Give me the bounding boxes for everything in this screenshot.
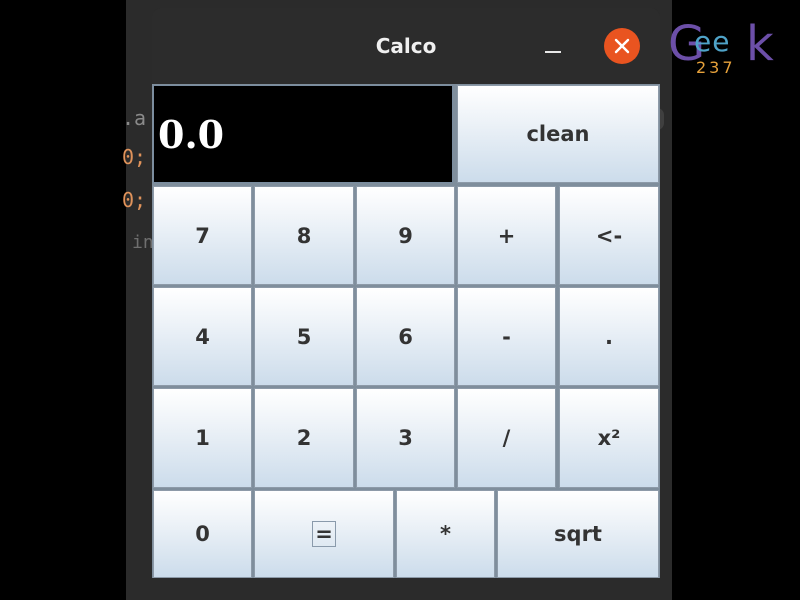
button-label: = — [312, 521, 336, 547]
background-code-line: 0; — [122, 145, 147, 169]
logo-number: 237 — [696, 58, 736, 77]
square-button[interactable]: x² — [559, 388, 659, 488]
decimal-point-button[interactable]: . — [559, 287, 659, 386]
digit-8-button[interactable]: 8 — [254, 186, 354, 285]
button-label: 2 — [296, 426, 312, 450]
logo-letters-ee: ee — [694, 25, 731, 58]
button-label: clean — [526, 122, 590, 146]
button-label: + — [497, 223, 516, 248]
button-label: * — [440, 522, 451, 546]
background-code-line: 0; — [122, 188, 147, 212]
button-label: sqrt — [554, 522, 602, 546]
result-display[interactable]: 0.0 — [153, 85, 453, 183]
background-code-line: in — [132, 232, 154, 253]
divide-button[interactable]: / — [457, 388, 556, 488]
minimize-button[interactable] — [538, 34, 568, 58]
button-label: <- — [595, 223, 623, 248]
button-label: 4 — [195, 324, 210, 349]
clean-button[interactable]: clean — [457, 85, 659, 183]
button-label: 9 — [398, 223, 413, 248]
digit-4-button[interactable]: 4 — [153, 287, 252, 386]
button-label: 3 — [398, 426, 413, 450]
digit-2-button[interactable]: 2 — [254, 388, 354, 488]
digit-7-button[interactable]: 7 — [153, 186, 252, 285]
sqrt-button[interactable]: sqrt — [497, 490, 659, 578]
button-label: 7 — [195, 223, 210, 248]
button-label: 5 — [296, 324, 312, 349]
button-label: . — [605, 324, 613, 349]
button-label: / — [502, 426, 511, 450]
window-title: Calco — [375, 34, 437, 58]
button-label: x² — [597, 426, 621, 450]
calculator-window: Calco 0.0 clean 7 8 9 + <- 4 5 6 - . 1 2… — [152, 8, 660, 578]
button-label: 0 — [195, 522, 210, 546]
digit-6-button[interactable]: 6 — [356, 287, 455, 386]
watermark-logo: G ee 237 k — [668, 14, 786, 77]
equals-button[interactable]: = — [254, 490, 394, 578]
button-label: 6 — [398, 324, 413, 349]
background-code-line: .a — [122, 106, 147, 130]
minimize-icon — [545, 51, 561, 53]
button-label: - — [502, 324, 511, 349]
close-button[interactable] — [604, 28, 640, 64]
logo-letter-k: k — [746, 16, 774, 72]
title-bar[interactable]: Calco — [152, 8, 660, 84]
button-label: 8 — [296, 223, 312, 248]
multiply-button[interactable]: * — [396, 490, 495, 578]
plus-button[interactable]: + — [457, 186, 556, 285]
digit-0-button[interactable]: 0 — [153, 490, 252, 578]
digit-5-button[interactable]: 5 — [254, 287, 354, 386]
digit-3-button[interactable]: 3 — [356, 388, 455, 488]
backspace-button[interactable]: <- — [559, 186, 659, 285]
digit-1-button[interactable]: 1 — [153, 388, 252, 488]
digit-9-button[interactable]: 9 — [356, 186, 455, 285]
close-icon — [614, 38, 630, 54]
button-label: 1 — [195, 426, 210, 450]
calculator-body: 0.0 clean 7 8 9 + <- 4 5 6 - . 1 2 3 / x… — [152, 84, 660, 578]
minus-button[interactable]: - — [457, 287, 556, 386]
